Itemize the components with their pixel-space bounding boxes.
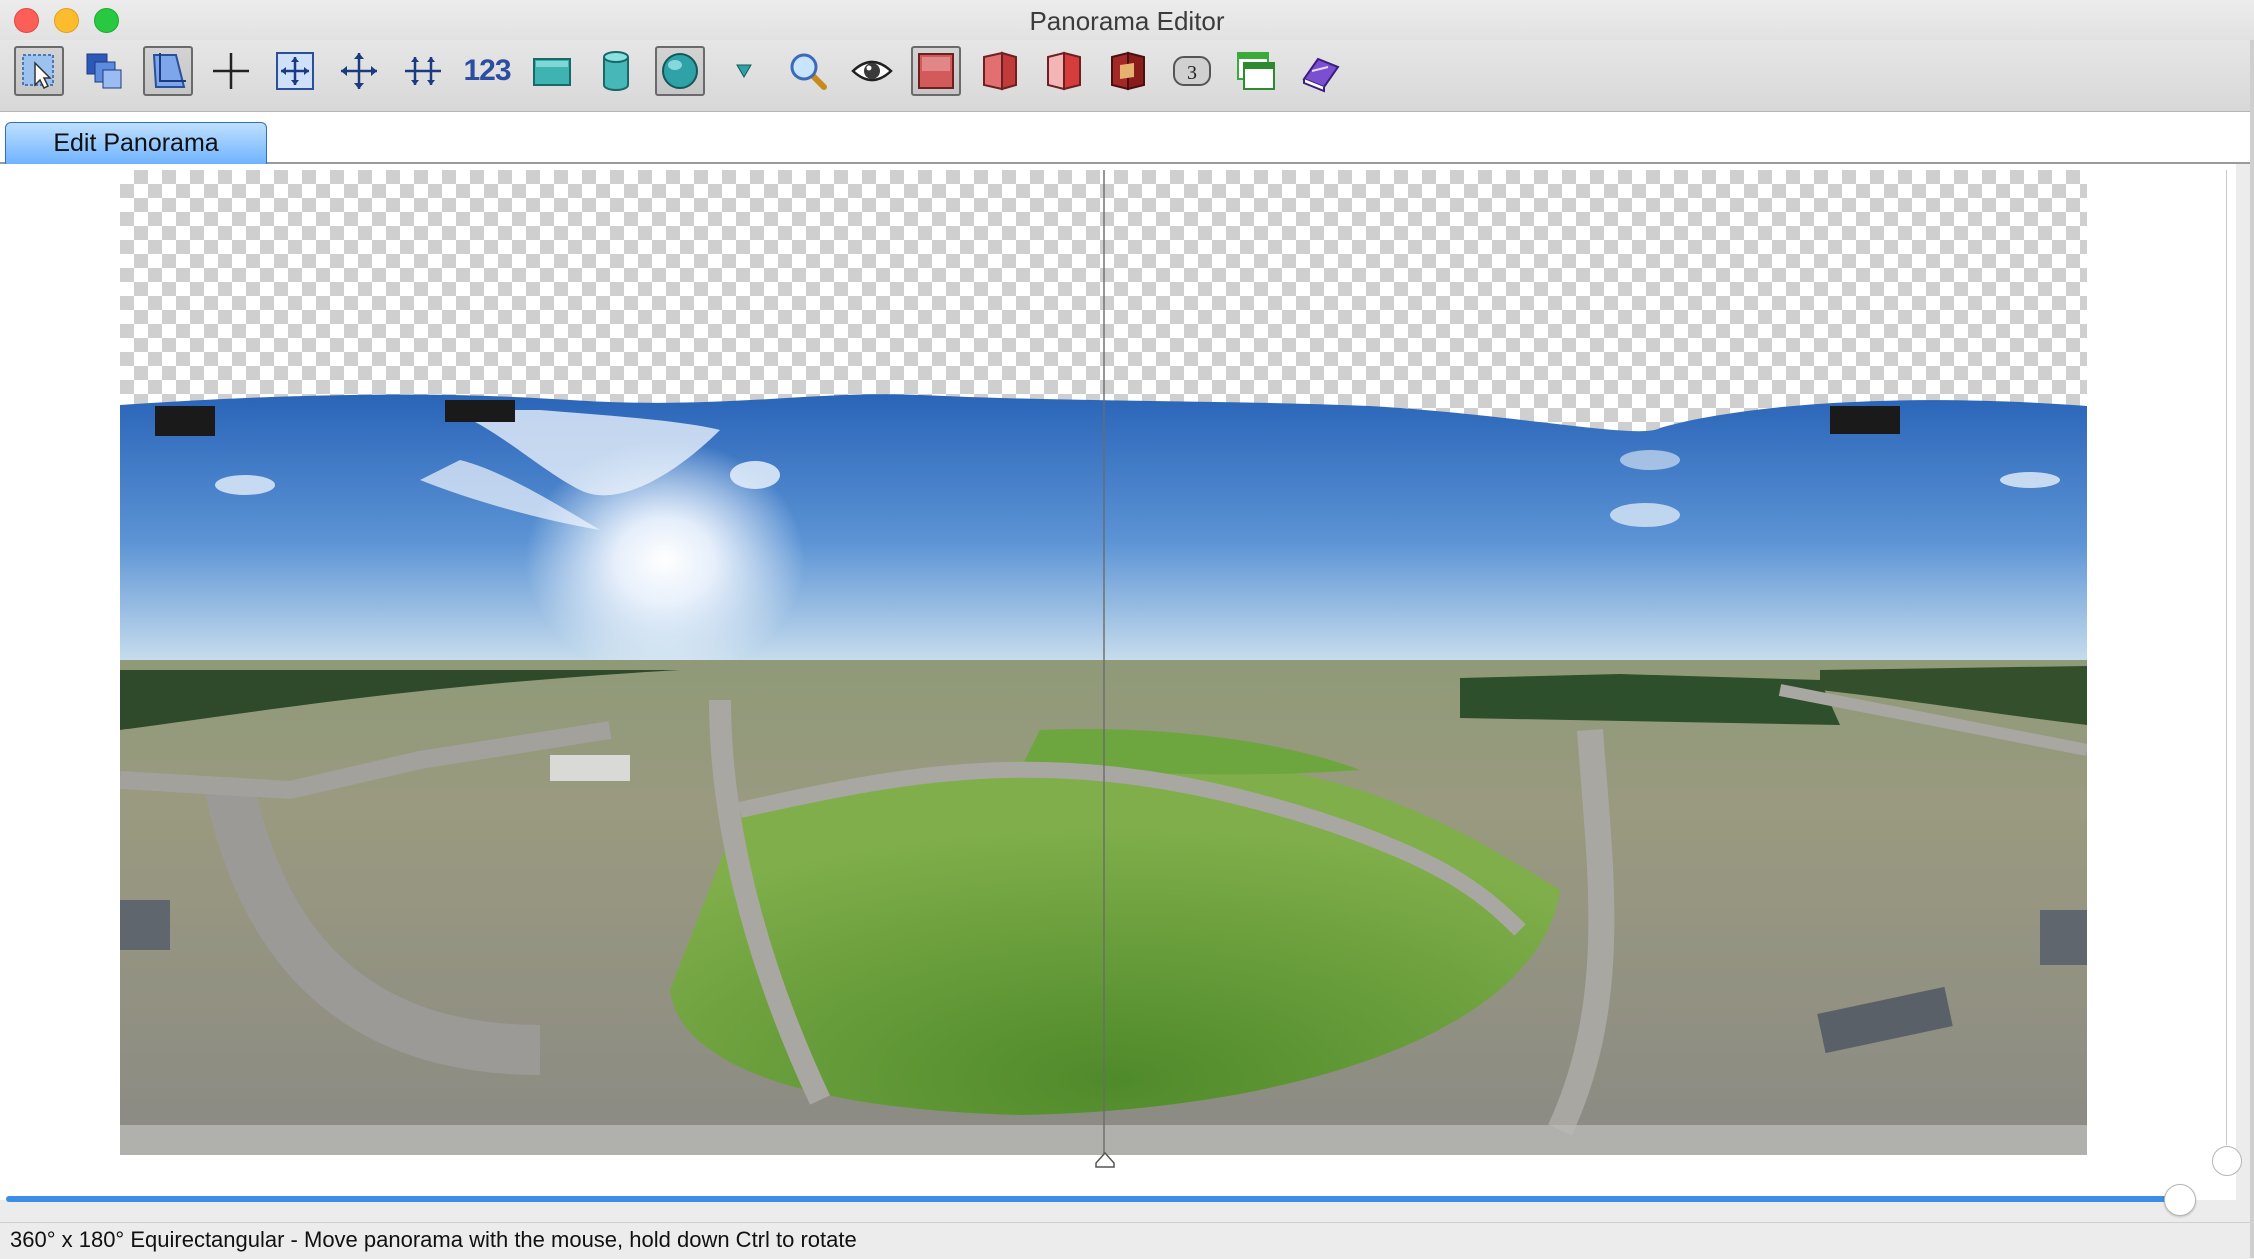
dropdown-arrow-icon[interactable] [719,46,769,96]
page-right-icon[interactable] [1039,46,1089,96]
window-edge [2250,40,2254,1258]
vertical-slider-knob[interactable] [2212,1146,2242,1176]
page-dark-icon[interactable] [1103,46,1153,96]
status-bar: 360° x 180° Equirectangular - Move panor… [0,1222,2254,1259]
toolbar: 123 3 [0,40,2254,112]
panorama-canvas[interactable] [0,164,2236,1200]
cylinder-projection-icon[interactable] [591,46,641,96]
tab-edit-panorama[interactable]: Edit Panorama [5,122,267,164]
straighten-icon[interactable] [398,46,448,96]
svg-text:3: 3 [1187,62,1197,84]
fit-icon[interactable] [270,46,320,96]
horizontal-slider-knob[interactable] [2164,1184,2196,1216]
title-bar: Panorama Editor [0,0,2254,40]
zoom-icon[interactable] [783,46,833,96]
frame-icon[interactable] [911,46,961,96]
window-icon[interactable] [1231,46,1281,96]
window-title: Panorama Editor [1029,6,1225,36]
tab-bar: Edit Panorama [0,112,2250,164]
center-marker-icon[interactable] [1095,1152,1115,1168]
crosshair-icon[interactable] [206,46,256,96]
center-guide-line [1103,170,1105,1156]
page-left-icon[interactable] [975,46,1025,96]
status-text: 360° x 180° Equirectangular - Move panor… [10,1227,857,1252]
move-icon[interactable] [334,46,384,96]
badge-icon[interactable]: 3 [1167,46,1217,96]
layers-icon[interactable] [79,46,129,96]
flat-projection-icon[interactable] [527,46,577,96]
crop-icon[interactable] [143,46,193,96]
book-icon[interactable] [1295,46,1345,96]
select-tool-icon[interactable] [14,46,64,96]
numbers-tool[interactable]: 123 [462,46,512,96]
vertical-scrollbar[interactable] [2226,170,2239,1145]
sphere-projection-icon[interactable] [655,46,705,96]
horizontal-slider-track[interactable] [6,1196,2180,1202]
preview-eye-icon[interactable] [847,46,897,96]
